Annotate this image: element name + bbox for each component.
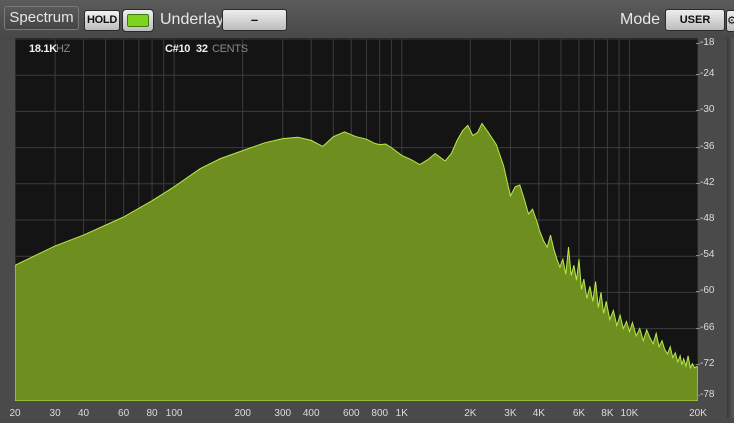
cents-unit: CENTS	[212, 43, 248, 55]
y-tick-label: -42	[695, 176, 715, 188]
y-tick-label: -48	[695, 213, 715, 224]
y-tick-label: -54	[695, 249, 715, 261]
spectrum-svg	[15, 39, 698, 401]
spectrum-title-tab[interactable]: Spectrum	[4, 6, 79, 30]
x-tick-label: 20	[9, 408, 21, 419]
spectrum-plot[interactable]	[15, 38, 698, 401]
x-tick-label: 10K	[620, 408, 639, 419]
x-tick-label: 60	[118, 408, 130, 419]
y-tick-label: -78	[695, 389, 715, 400]
x-tick-label: 40	[77, 408, 90, 419]
y-tick-label: -60	[695, 285, 715, 297]
color-swatch-button[interactable]	[122, 9, 154, 32]
underlay-select[interactable]: –	[222, 9, 287, 31]
color-swatch	[127, 14, 149, 27]
frequency-readout: 18.1K	[29, 43, 57, 55]
spectrum-area	[15, 122, 698, 401]
hold-button[interactable]: HOLD	[84, 10, 120, 31]
x-tick-label: 80	[146, 408, 158, 419]
x-tick-label: 200	[234, 408, 251, 419]
frequency-unit: HZ	[56, 43, 71, 55]
x-tick-label: 300	[274, 408, 292, 419]
x-tick-label: 3K	[504, 408, 517, 419]
underlay-label: Underlay	[160, 11, 225, 28]
x-tick-label: 4K	[532, 408, 545, 419]
x-tick-label: 100	[165, 408, 183, 419]
note-readout: C#10	[165, 43, 191, 55]
y-tick-label: -24	[695, 68, 715, 80]
settings-icon[interactable]: ⚙	[726, 10, 734, 32]
x-tick-label: 1K	[395, 408, 408, 419]
mode-label: Mode	[620, 11, 661, 28]
y-tick-label: -30	[695, 104, 715, 116]
y-tick-label: -18	[695, 37, 715, 48]
x-tick-label: 20K	[689, 408, 707, 419]
x-tick-label: 8K	[601, 408, 614, 419]
y-tick-label: -66	[695, 321, 715, 333]
x-axis: 20 30 40 60 80 100 200 300 400 600 800 1K 2K 3K 4K 6K 8K…	[0, 400, 734, 423]
x-tick-label: 6K	[572, 408, 586, 419]
cents-readout: 32	[196, 43, 208, 55]
y-tick-label: -36	[695, 140, 715, 152]
x-tick-label: 800	[371, 408, 389, 419]
y-tick-label: -72	[695, 357, 715, 369]
mode-select[interactable]: USER	[665, 9, 725, 31]
x-tick-label: 2K	[464, 408, 477, 419]
x-tick-label: 30	[49, 408, 61, 419]
x-tick-label: 400	[302, 408, 320, 419]
side-scroll-handle[interactable]	[727, 38, 734, 418]
x-tick-label: 600	[342, 408, 360, 419]
